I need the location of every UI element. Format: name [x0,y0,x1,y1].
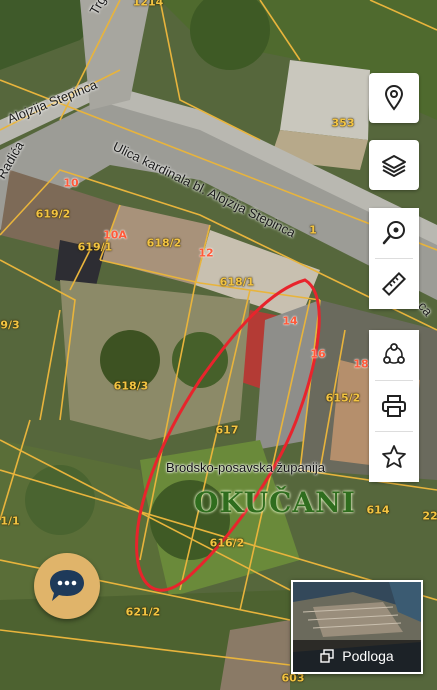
house-number: 14 [282,314,298,328]
layers-button[interactable] [369,140,419,190]
print-button[interactable] [369,381,419,431]
tool-group-actions [369,330,419,482]
location-button[interactable] [369,73,419,123]
search-location-button[interactable] [369,208,419,258]
house-number: 10A [103,228,127,242]
parcel-label: 614 [366,503,390,517]
favorite-button[interactable] [369,432,419,482]
basemap-toggle-icon [320,649,334,663]
parcel-label: 1 [309,223,317,237]
search-location-icon [382,221,405,245]
parcel-label: 618/3 [113,379,149,393]
layers-icon [382,155,406,177]
chat-button[interactable] [34,553,100,619]
share-nodes-icon [383,343,405,364]
location-pin-icon [384,85,404,111]
ruler-icon [381,271,407,297]
parcel-label: 615/2 [325,391,361,405]
tool-group-search [369,208,419,309]
parcel-label: 617 [215,423,239,437]
chat-bubble-icon [50,570,84,601]
town-label: OKUČANI [194,486,356,519]
parcel-label: 9/3 [0,318,20,332]
star-icon [382,445,406,468]
parcel-label: 619/1 [77,240,113,254]
house-number: 10 [63,176,79,190]
basemap-label: Podloga [342,648,394,664]
house-number: 12 [198,246,214,260]
parcel-label: 619/2 [35,207,71,221]
house-number: 18 [353,357,369,371]
parcel-label: 22 [422,509,437,523]
basemap-toggle[interactable]: Podloga [291,580,423,674]
parcel-label: 621/2 [125,605,161,619]
parcel-label: 616/2 [209,536,245,550]
parcel-label: 1214 [132,0,164,9]
parcel-label: 618/2 [146,236,182,250]
print-icon [382,395,406,417]
share-button[interactable] [369,330,419,380]
parcel-label: 353 [331,116,355,130]
measure-button[interactable] [369,259,419,309]
region-label: Brodsko-posavska županija [166,460,325,475]
basemap-caption: Podloga [293,640,421,672]
house-number: 16 [310,347,326,361]
parcel-label: 1/1 [0,514,20,528]
parcel-label: 618/1 [219,275,255,289]
